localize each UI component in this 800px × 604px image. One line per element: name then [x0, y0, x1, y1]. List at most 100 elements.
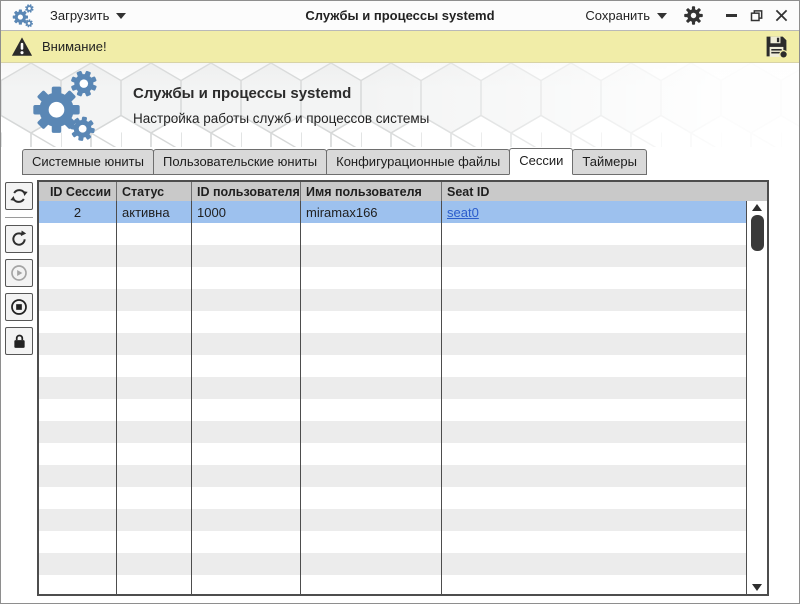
table-empty-row[interactable]: [39, 509, 746, 531]
app-window: Загрузить Службы и процессы systemd Сохр…: [0, 0, 800, 604]
maximize-button[interactable]: [748, 8, 764, 24]
lock-icon: [10, 332, 29, 351]
hero-text: Службы и процессы systemd Настройка рабо…: [133, 85, 429, 126]
empty-cell: [442, 289, 746, 311]
tab-system-units[interactable]: Системные юниты: [22, 149, 154, 175]
lock-button[interactable]: [5, 327, 33, 355]
app-gears-icon: [11, 3, 36, 28]
empty-cell: [301, 289, 442, 311]
save-file-button[interactable]: [764, 34, 789, 59]
table-empty-row[interactable]: [39, 355, 746, 377]
table-empty-row[interactable]: [39, 465, 746, 487]
empty-cell: [117, 421, 192, 443]
window-title: Службы и процессы systemd: [226, 8, 574, 23]
settings-button[interactable]: [682, 5, 704, 27]
start-button[interactable]: [5, 259, 33, 287]
scroll-up-arrow-icon[interactable]: [752, 204, 762, 211]
page-header: Службы и процессы systemd Настройка рабо…: [1, 63, 799, 147]
save-menu-button[interactable]: Сохранить: [585, 8, 667, 23]
seat-link[interactable]: seat0: [447, 205, 479, 220]
column-header-user-name[interactable]: Имя пользователя: [301, 182, 442, 201]
empty-cell: [442, 421, 746, 443]
table-empty-row[interactable]: [39, 443, 746, 465]
minimize-button[interactable]: [723, 8, 739, 24]
chevron-down-icon: [116, 13, 126, 19]
refresh-icon: [9, 186, 29, 206]
table-empty-row[interactable]: [39, 553, 746, 575]
sessions-panel: ID Сессии Статус ID пользователя Имя пол…: [1, 175, 799, 604]
table-row-session-2[interactable]: 2 активна 1000 miramax166 seat0: [39, 201, 746, 223]
column-header-seat-id[interactable]: Seat ID: [442, 182, 767, 201]
table-empty-row[interactable]: [39, 377, 746, 399]
empty-cell: [39, 355, 117, 377]
empty-cell: [301, 487, 442, 509]
empty-cell: [39, 487, 117, 509]
table-empty-row[interactable]: [39, 289, 746, 311]
empty-cell: [117, 443, 192, 465]
table-empty-row[interactable]: [39, 223, 746, 245]
sessions-table: ID Сессии Статус ID пользователя Имя пол…: [37, 180, 769, 596]
empty-cell: [192, 289, 301, 311]
empty-cell: [39, 333, 117, 355]
tab-config-files[interactable]: Конфигурационные файлы: [326, 149, 510, 175]
empty-cell: [301, 509, 442, 531]
empty-cell: [39, 267, 117, 289]
scroll-down-arrow-icon[interactable]: [752, 584, 762, 591]
table-empty-row[interactable]: [39, 245, 746, 267]
empty-cell: [39, 289, 117, 311]
vertical-scrollbar[interactable]: [746, 201, 767, 594]
empty-cell: [442, 509, 746, 531]
hero-title: Службы и процессы systemd: [133, 85, 429, 102]
refresh-button[interactable]: [5, 182, 33, 210]
restore-icon: [749, 8, 764, 23]
close-button[interactable]: [773, 8, 789, 24]
table-empty-row[interactable]: [39, 267, 746, 289]
column-header-user-id[interactable]: ID пользователя: [192, 182, 301, 201]
load-menu-button[interactable]: Загрузить: [50, 8, 126, 23]
table-empty-row[interactable]: [39, 531, 746, 553]
table-body-rows: 2 активна 1000 miramax166 seat0: [39, 201, 746, 594]
empty-cell: [39, 443, 117, 465]
empty-cell: [442, 355, 746, 377]
empty-cell: [117, 311, 192, 333]
empty-cell: [192, 267, 301, 289]
empty-cell: [117, 245, 192, 267]
minimize-icon: [726, 14, 737, 17]
table-empty-row[interactable]: [39, 575, 746, 594]
empty-cell: [192, 465, 301, 487]
empty-cell: [192, 355, 301, 377]
tab-timers[interactable]: Таймеры: [572, 149, 647, 175]
empty-cell: [192, 333, 301, 355]
empty-cell: [442, 223, 746, 245]
restart-icon: [9, 229, 29, 249]
empty-cell: [192, 399, 301, 421]
empty-cell: [192, 245, 301, 267]
table-empty-row[interactable]: [39, 487, 746, 509]
restart-button[interactable]: [5, 225, 33, 253]
empty-cell: [301, 443, 442, 465]
title-bar-left: Загрузить: [11, 3, 226, 28]
empty-cell: [117, 531, 192, 553]
empty-cell: [117, 289, 192, 311]
empty-cell: [117, 399, 192, 421]
column-header-status[interactable]: Статус: [117, 182, 192, 201]
table-empty-row[interactable]: [39, 333, 746, 355]
table-empty-row[interactable]: [39, 311, 746, 333]
column-header-session-id[interactable]: ID Сессии: [39, 182, 117, 201]
table-empty-row[interactable]: [39, 399, 746, 421]
tab-sessions[interactable]: Сессии: [509, 148, 573, 175]
empty-cell: [117, 575, 192, 594]
empty-cell: [192, 575, 301, 594]
scrollbar-thumb[interactable]: [751, 215, 764, 251]
empty-cell: [301, 377, 442, 399]
hero-content: Службы и процессы systemd Настройка рабо…: [1, 63, 799, 147]
stop-button[interactable]: [5, 293, 33, 321]
table-empty-row[interactable]: [39, 421, 746, 443]
empty-cell: [39, 311, 117, 333]
close-icon: [775, 9, 788, 22]
empty-cell: [442, 311, 746, 333]
empty-cell: [301, 553, 442, 575]
tab-user-units[interactable]: Пользовательские юниты: [153, 149, 327, 175]
empty-cell: [192, 553, 301, 575]
empty-cell: [39, 377, 117, 399]
